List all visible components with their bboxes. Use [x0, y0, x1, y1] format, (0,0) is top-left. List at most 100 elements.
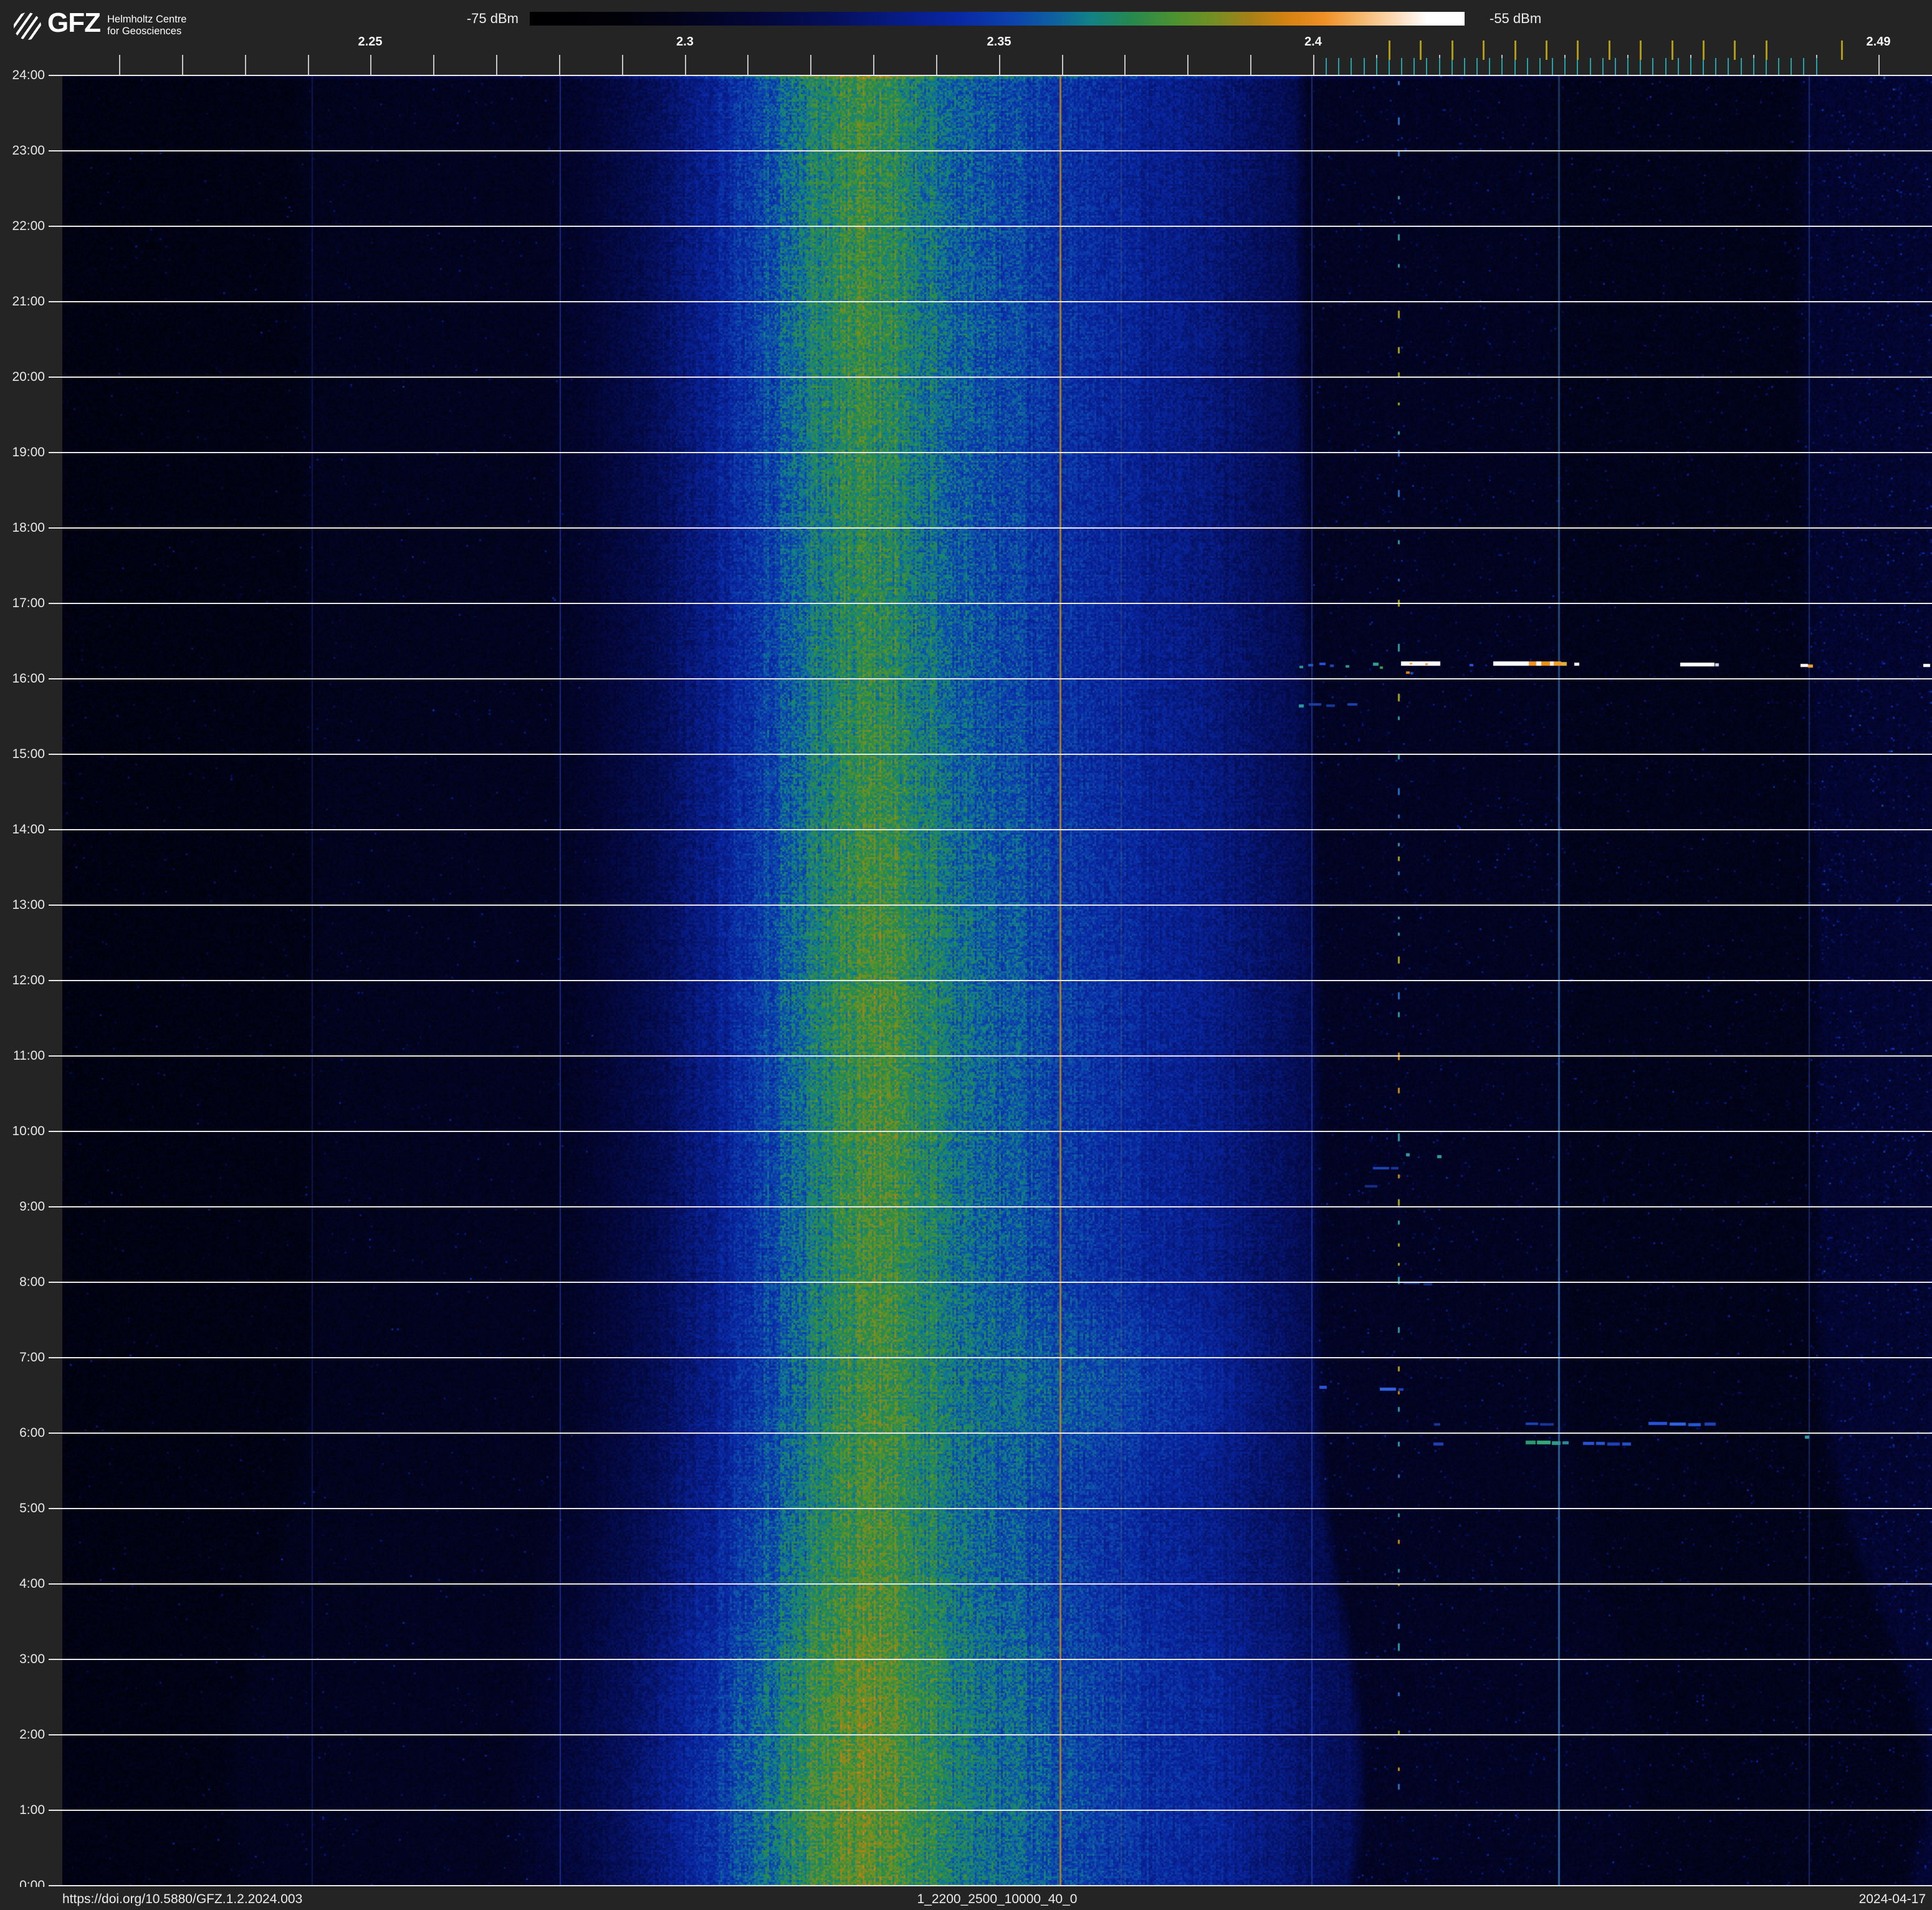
ble-channel-tick — [1552, 58, 1553, 75]
ble-channel-tick — [1351, 58, 1352, 75]
hour-gridline — [49, 678, 1932, 679]
logo-subtitle-line2: for Geosciences — [107, 25, 182, 37]
hour-gridline — [49, 1810, 1932, 1811]
hour-gridline — [49, 603, 1932, 604]
hour-gridline — [49, 1734, 1932, 1735]
hour-gridline — [49, 1357, 1932, 1358]
ble-channel-tick — [1401, 58, 1402, 75]
freq-tick — [1124, 55, 1126, 75]
hour-gridline — [49, 1055, 1932, 1057]
doi-link[interactable]: https://doi.org/10.5880/GFZ.1.2.2024.003 — [62, 1892, 302, 1907]
colorbar — [530, 12, 1465, 26]
hour-gridline — [49, 1659, 1932, 1660]
ble-channel-tick — [1389, 58, 1390, 75]
ble-channel-tick — [1501, 58, 1503, 75]
time-axis-label: 24:00 — [12, 68, 45, 82]
freq-tick — [1250, 55, 1251, 75]
freq-tick — [873, 55, 874, 75]
ble-channel-tick — [1728, 58, 1729, 75]
ble-channel-tick — [1527, 58, 1528, 75]
freq-tick — [182, 55, 183, 75]
date-label: 2024-04-17 — [1858, 1892, 1926, 1906]
ble-channel-tick — [1439, 58, 1440, 75]
hour-gridline — [49, 1131, 1932, 1132]
ble-channel-tick — [1514, 58, 1516, 75]
ble-channel-tick — [1803, 58, 1804, 75]
ble-channel-tick — [1338, 58, 1339, 75]
wifi-channel-tick — [1546, 41, 1547, 60]
time-axis-label: 18:00 — [12, 521, 45, 535]
hour-gridline — [49, 980, 1932, 981]
hour-gridline — [49, 527, 1932, 529]
wifi-channel-tick — [1451, 41, 1453, 60]
wifi-channel-tick — [1483, 41, 1485, 60]
ble-channel-tick — [1778, 58, 1779, 75]
hour-gridline — [49, 1432, 1932, 1434]
freq-axis-label: 2.25 — [358, 35, 383, 49]
colorbar-max-label: -55 dBm — [1490, 11, 1542, 26]
time-axis-label: 7:00 — [19, 1350, 45, 1365]
wifi-channel-tick — [1577, 41, 1579, 60]
time-axis-label: 23:00 — [12, 143, 45, 158]
ble-channel-tick — [1791, 58, 1792, 75]
time-axis-label: 20:00 — [12, 370, 45, 384]
hour-gridline — [49, 452, 1932, 453]
wifi-channel-tick — [1671, 41, 1673, 60]
ble-channel-tick — [1690, 58, 1691, 75]
time-axis-label: 19:00 — [12, 445, 45, 459]
freq-tick — [999, 55, 1000, 75]
time-axis-label: 9:00 — [19, 1199, 45, 1214]
freq-tick — [622, 55, 623, 75]
ble-channel-tick — [1489, 58, 1490, 75]
freq-tick — [747, 55, 748, 75]
time-axis-label: 21:00 — [12, 294, 45, 309]
freq-axis-label: 2.4 — [1304, 35, 1322, 49]
scan-title: 1_2200_2500_10000_40_0 — [917, 1892, 1078, 1906]
time-axis-label: 15:00 — [12, 747, 45, 761]
freq-tick — [1062, 55, 1063, 75]
time-axis-label: 13:00 — [12, 898, 45, 912]
time-axis-label: 17:00 — [12, 596, 45, 610]
ble-channel-tick — [1326, 58, 1327, 75]
ble-channel-tick — [1426, 58, 1427, 75]
ble-channel-tick — [1413, 58, 1415, 75]
wifi-channel-tick — [1734, 41, 1736, 60]
ble-channel-tick — [1652, 58, 1653, 75]
freq-tick — [936, 55, 937, 75]
hour-gridline — [49, 829, 1932, 830]
time-axis-label: 16:00 — [12, 671, 45, 686]
time-axis-label: 11:00 — [13, 1049, 45, 1063]
gfz-logo-icon — [14, 12, 41, 40]
hour-gridline — [49, 1282, 1932, 1283]
time-axis-label: 2:00 — [19, 1727, 45, 1742]
ble-channel-tick — [1364, 58, 1365, 75]
hour-gridline — [49, 226, 1932, 227]
wifi-channel-tick — [1514, 41, 1516, 60]
ble-channel-tick — [1451, 58, 1453, 75]
hour-gridline — [49, 754, 1932, 755]
ble-channel-tick — [1564, 58, 1566, 75]
ble-channel-tick — [1766, 58, 1767, 75]
freq-tick — [810, 55, 811, 75]
time-axis-label: 1:00 — [19, 1803, 45, 1817]
ble-channel-tick — [1678, 58, 1679, 75]
hour-gridline — [49, 150, 1932, 151]
wifi-channel-tick — [1703, 41, 1705, 60]
hour-gridline — [49, 905, 1932, 906]
hour-gridline — [49, 1206, 1932, 1207]
time-axis-label: 10:00 — [12, 1124, 45, 1138]
ble-channel-tick — [1816, 58, 1817, 75]
hour-gridline — [49, 75, 1932, 76]
ble-channel-tick — [1539, 58, 1541, 75]
ble-channel-tick — [1577, 58, 1578, 75]
ble-channel-tick — [1715, 58, 1716, 75]
hour-gridline — [49, 301, 1932, 302]
gfz-logo-text: GFZ — [47, 7, 101, 38]
freq-tick — [308, 55, 309, 75]
wifi-channel-tick — [1389, 41, 1390, 60]
freq-tick — [119, 55, 120, 75]
logo-subtitle-line1: Helmholtz Centre — [107, 14, 187, 25]
time-axis-label: 12:00 — [12, 973, 45, 987]
ble-channel-tick — [1615, 58, 1616, 75]
ble-channel-tick — [1665, 58, 1667, 75]
